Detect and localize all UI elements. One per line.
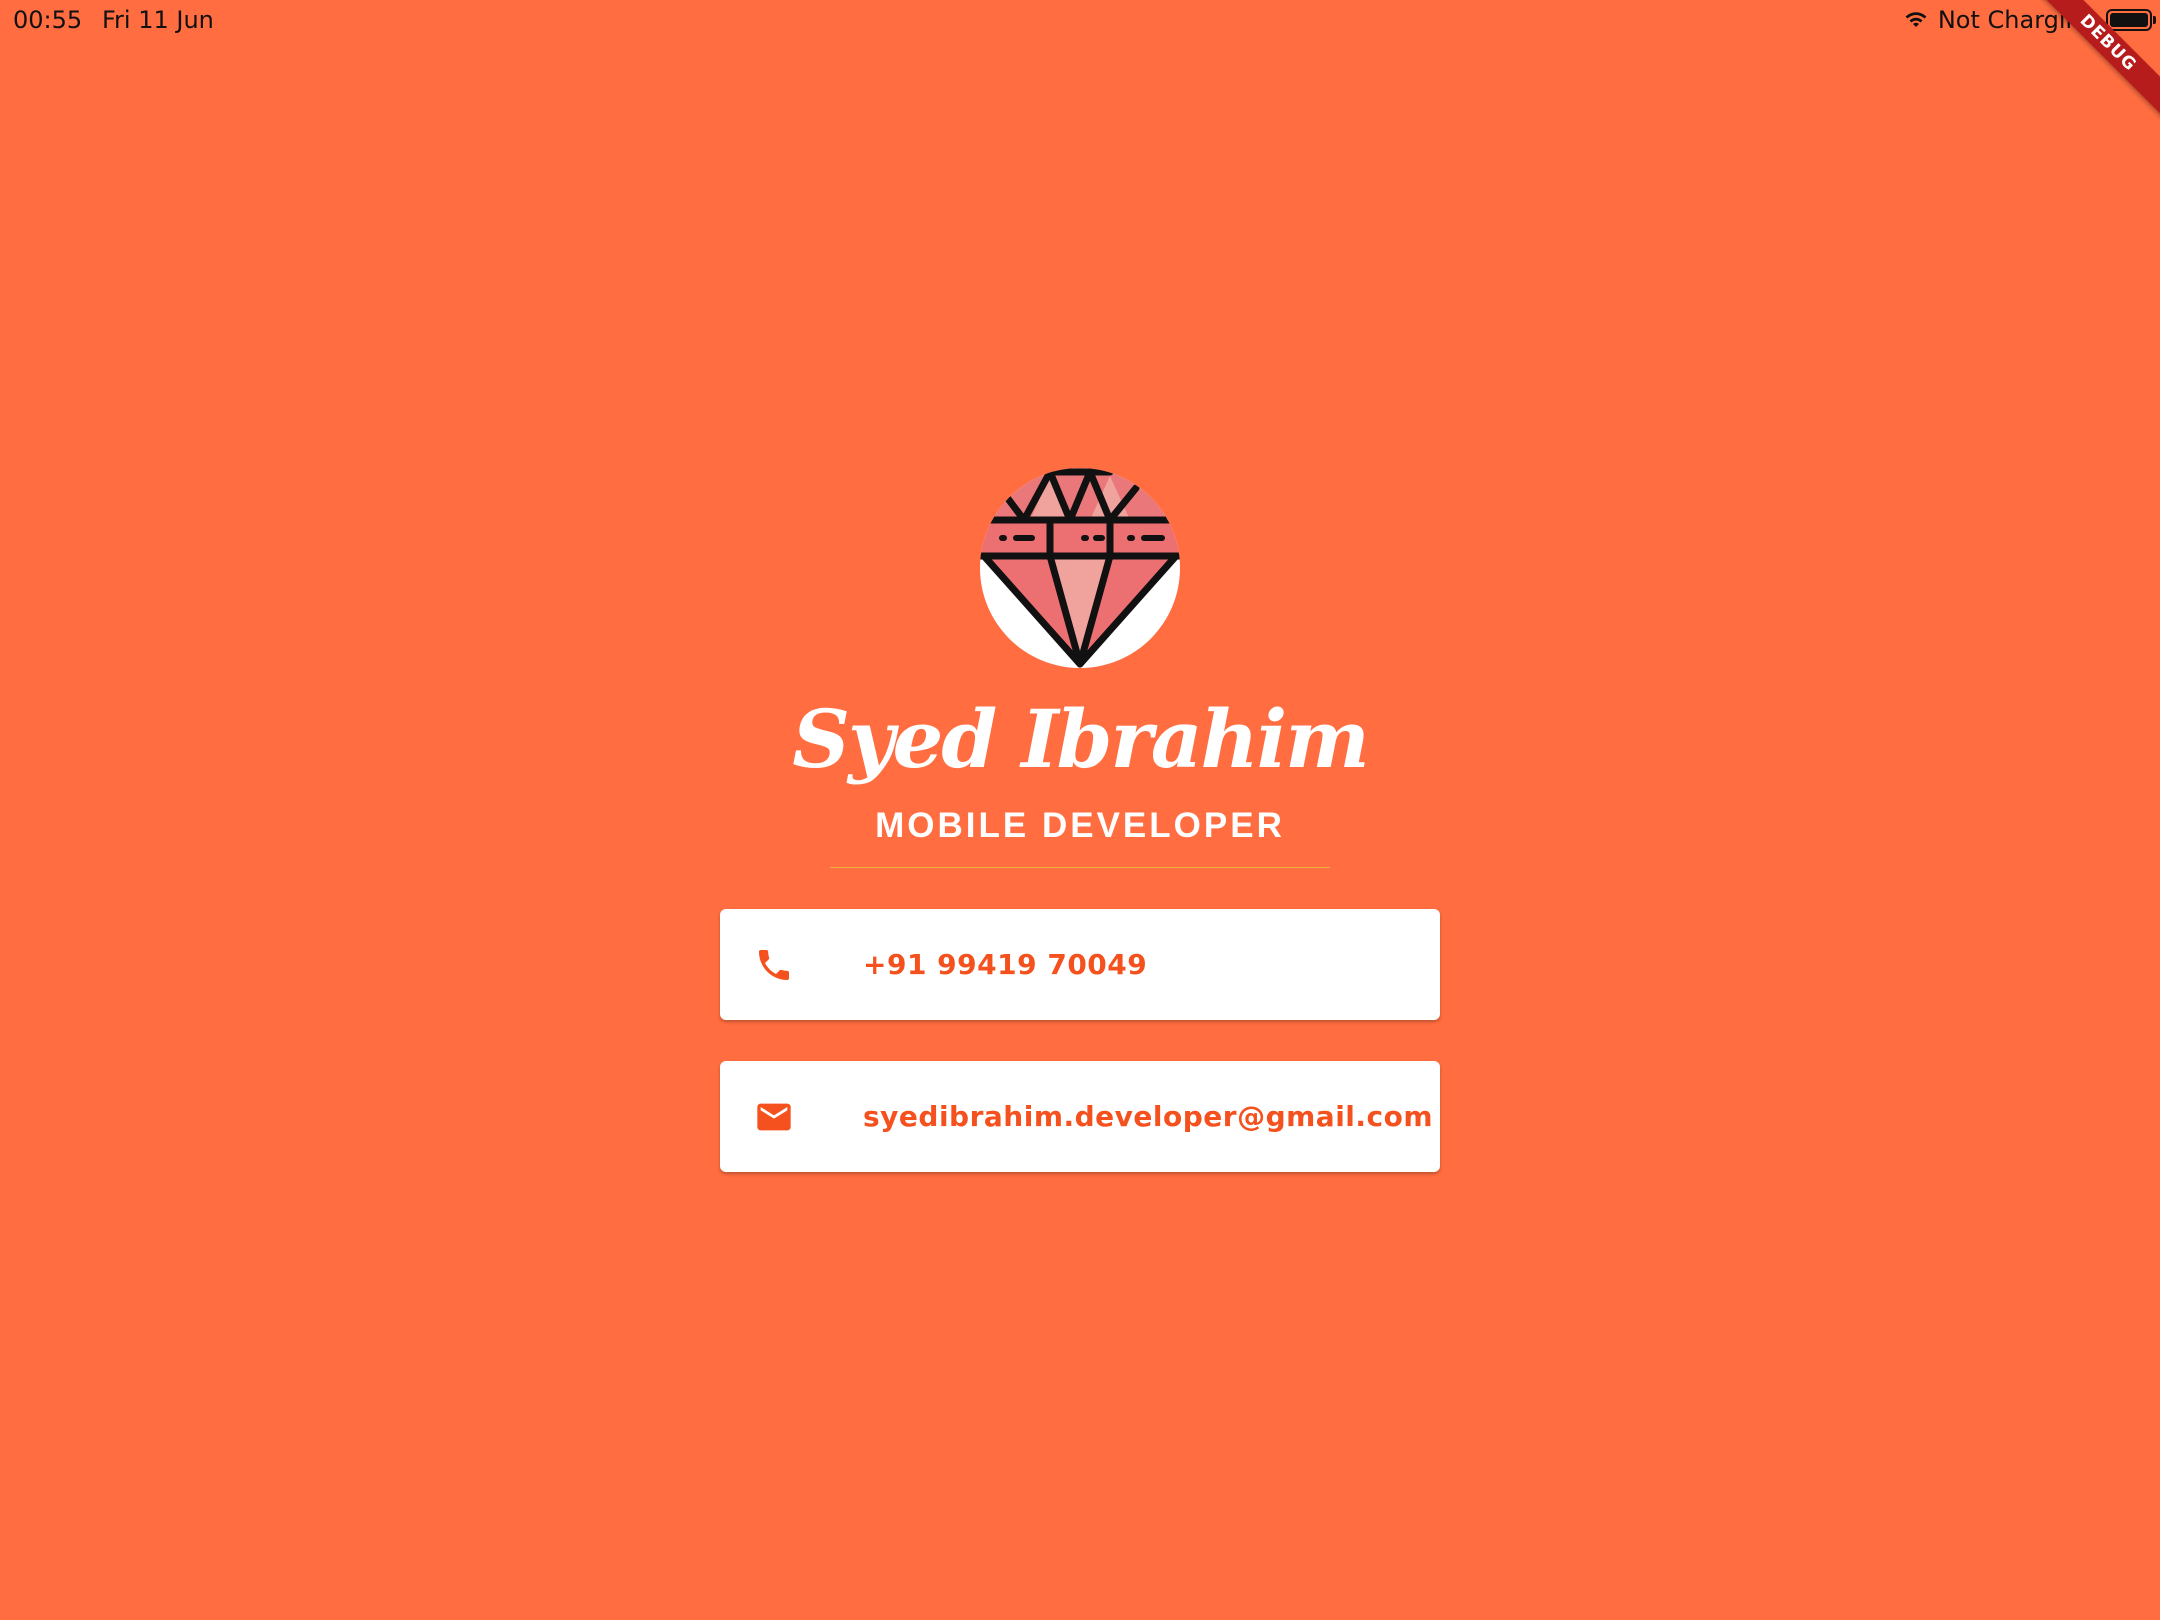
profile-name: Syed Ibrahim (792, 692, 1370, 786)
email-card[interactable]: syedibrahim.developer@gmail.com (720, 1061, 1440, 1172)
status-date: Fri 11 Jun (102, 6, 214, 34)
status-bar: 00:55 Fri 11 Jun Not Charging (0, 0, 2160, 40)
divider (830, 867, 1330, 868)
avatar (980, 468, 1180, 668)
phone-icon (754, 945, 794, 985)
wifi-icon (1904, 10, 1928, 30)
phone-card[interactable]: +91 99419 70049 (720, 909, 1440, 1020)
status-right: Not Charging (1904, 6, 2156, 34)
battery-icon (2106, 9, 2156, 31)
status-time: 00:55 (13, 6, 83, 34)
phone-number: +91 99419 70049 (863, 948, 1148, 981)
mail-icon (754, 1097, 794, 1137)
profile-title: MOBILE DEVELOPER (875, 806, 1285, 845)
diamond-icon (980, 468, 1180, 668)
email-address: syedibrahim.developer@gmail.com (863, 1100, 1434, 1133)
